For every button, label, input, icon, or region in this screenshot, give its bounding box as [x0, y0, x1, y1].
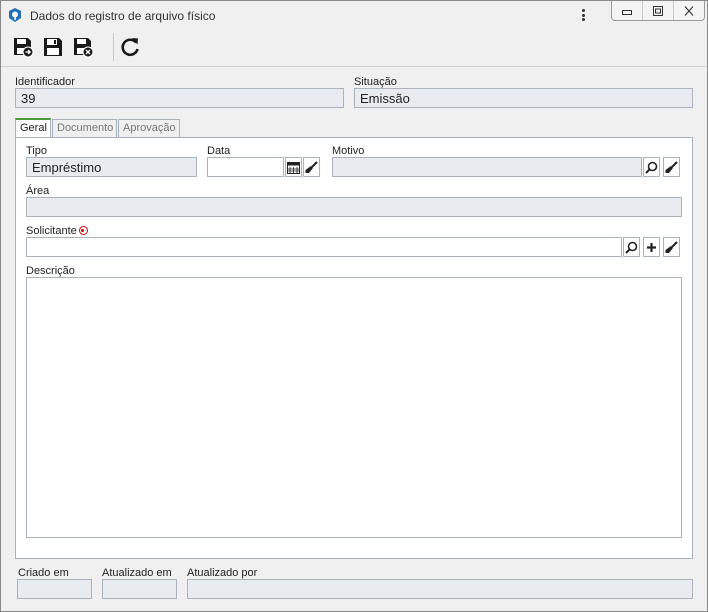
- refresh-button[interactable]: [118, 35, 142, 59]
- tipo-field: Empréstimo: [26, 157, 197, 177]
- dialog-window: Dados do registro de arquivo físico Iden…: [0, 0, 708, 612]
- criado-em-label: Criado em: [18, 567, 69, 579]
- motivo-search-button[interactable]: [643, 157, 660, 177]
- descricao-textarea[interactable]: [26, 277, 682, 538]
- calendar-button[interactable]: [285, 157, 302, 177]
- descricao-label: Descrição: [26, 265, 75, 277]
- solicitante-input[interactable]: [26, 237, 622, 257]
- tab-geral[interactable]: Geral: [15, 118, 51, 137]
- atualizado-em-field: [102, 579, 177, 599]
- save-icon: [44, 38, 62, 56]
- atualizado-por-label: Atualizado por: [187, 567, 258, 579]
- solicitante-add-button[interactable]: [643, 237, 660, 257]
- data-label: Data: [207, 145, 231, 157]
- minimize-icon: [622, 9, 632, 15]
- atualizado-por-field: [187, 579, 693, 599]
- data-input[interactable]: [207, 157, 284, 177]
- search-icon: [645, 161, 658, 174]
- identificador-field: 39: [15, 88, 344, 108]
- solicitante-label: Solicitante: [26, 225, 88, 237]
- situacao-field: Emissão: [354, 88, 693, 108]
- minimize-button[interactable]: [612, 1, 643, 20]
- close-button[interactable]: [674, 1, 704, 20]
- motivo-clear-button[interactable]: [663, 157, 680, 177]
- criado-em-field: [17, 579, 92, 599]
- save-close-button[interactable]: [71, 35, 95, 59]
- eraser-brush-icon: [665, 240, 678, 253]
- motivo-label: Motivo: [332, 145, 365, 157]
- situacao-label: Situação: [354, 76, 397, 88]
- solicitante-clear-button[interactable]: [663, 237, 680, 257]
- tab-aprovacao[interactable]: Aprovação: [118, 119, 180, 137]
- eraser-brush-icon: [305, 160, 318, 173]
- atualizado-em-label: Atualizado em: [102, 567, 172, 579]
- required-icon: [78, 226, 88, 235]
- solicitante-search-button[interactable]: [623, 237, 640, 257]
- clear-data-button[interactable]: [303, 157, 320, 177]
- save-x-icon: [74, 38, 94, 58]
- plus-icon: [647, 242, 656, 252]
- tab-documento[interactable]: Documento: [52, 119, 117, 137]
- restore-icon: [653, 5, 663, 16]
- window-controls: [611, 1, 705, 21]
- refresh-icon: [121, 38, 139, 56]
- area-field: [26, 197, 682, 217]
- eraser-brush-icon: [665, 160, 678, 173]
- window-title: Dados do registro de arquivo físico: [30, 9, 216, 23]
- more-options-icon[interactable]: [577, 7, 589, 23]
- save-new-button[interactable]: [11, 35, 35, 59]
- app-logo-icon: [7, 7, 23, 23]
- motivo-field: [332, 157, 642, 177]
- calendar-icon: [287, 161, 300, 174]
- area-label: Área: [26, 185, 50, 197]
- solicitante-label-text: Solicitante: [26, 225, 77, 237]
- maximize-button[interactable]: [643, 1, 674, 20]
- search-icon: [625, 241, 638, 254]
- save-button[interactable]: [41, 35, 65, 59]
- close-icon: [684, 5, 694, 16]
- title-bar: Dados do registro de arquivo físico: [1, 1, 707, 29]
- toolbar: [1, 29, 707, 67]
- tipo-label: Tipo: [26, 145, 47, 157]
- identificador-label: Identificador: [15, 76, 75, 88]
- toolbar-separator: [113, 33, 114, 61]
- save-arrow-icon: [14, 38, 34, 58]
